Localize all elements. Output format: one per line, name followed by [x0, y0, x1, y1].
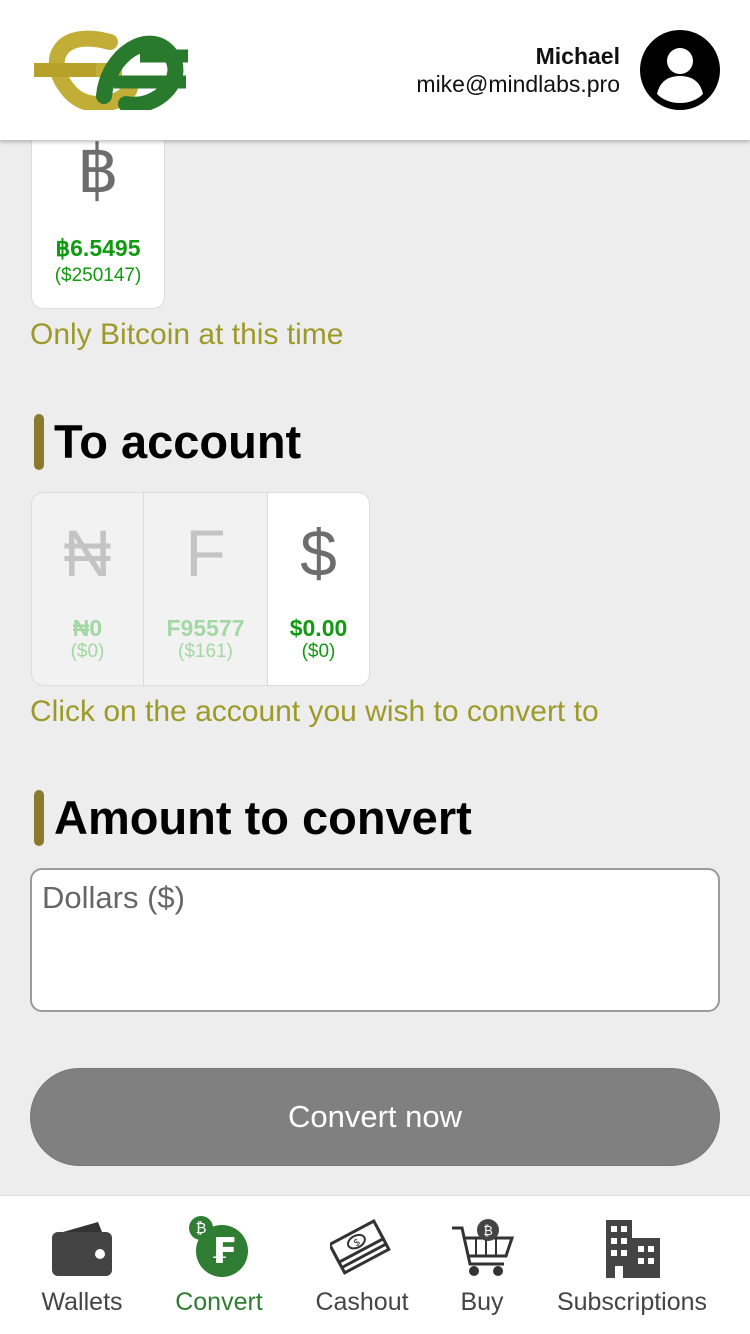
nav-subscriptions[interactable]: Subscriptions [552, 1196, 712, 1334]
nav-buy-label: Buy [460, 1288, 504, 1316]
naira-amount: ₦0 [72, 615, 103, 641]
svg-text:₿: ₿ [195, 1219, 206, 1237]
user-email: mike@mindlabs.pro [416, 71, 620, 97]
to-account-naira[interactable]: ₦ ₦0 ($0) [32, 493, 144, 685]
to-account-list: ₦ ₦0 ($0) F F95577 ($161) $ $0.00 ($0) [31, 492, 370, 686]
nav-subscriptions-label: Subscriptions [556, 1288, 708, 1316]
nav-convert[interactable]: ₿ ₣ Convert [160, 1196, 278, 1334]
from-account-note: Only Bitcoin at this time [30, 318, 344, 351]
amount-input[interactable] [30, 868, 720, 1012]
nav-convert-label: Convert [175, 1288, 263, 1316]
amount-title: Amount to convert [34, 790, 472, 846]
nav-wallets-label: Wallets [41, 1288, 123, 1316]
convert-now-button[interactable]: Convert now [30, 1068, 720, 1166]
logo-icon[interactable] [30, 30, 190, 110]
from-account-amount: ฿6.5495 [55, 235, 141, 261]
to-account-dollar[interactable]: $ $0.00 ($0) [268, 493, 369, 685]
f-symbol: F [185, 516, 226, 590]
convert-icon: ₿ ₣ [189, 1216, 248, 1277]
svg-text:₿: ₿ [483, 1224, 493, 1239]
cart-icon: ₿ [452, 1219, 514, 1276]
bottom-nav: Wallets ₿ ₣ Convert $ Cashout ₿ Buy Subs… [0, 1195, 750, 1334]
to-account-f[interactable]: F F95577 ($161) [144, 493, 268, 685]
cashout-icon: $ [330, 1219, 391, 1275]
from-account-usd: ($250147) [54, 265, 142, 286]
dollar-symbol: $ [300, 516, 337, 590]
naira-usd: ($0) [70, 641, 105, 662]
nav-wallets[interactable]: Wallets [22, 1196, 142, 1334]
nav-cashout[interactable]: $ Cashout [304, 1196, 420, 1334]
bitcoin-symbol: ฿ [77, 132, 119, 206]
to-account-title: To account [34, 414, 301, 470]
building-icon [606, 1220, 660, 1278]
app-header: Michael mike@mindlabs.pro [0, 0, 750, 140]
f-amount: F95577 [166, 615, 245, 641]
to-account-note: Click on the account you wish to convert… [30, 695, 599, 728]
user-avatar-icon[interactable] [640, 30, 720, 110]
dollar-amount: $0.00 [289, 615, 348, 641]
naira-symbol: ₦ [63, 516, 112, 590]
nav-buy[interactable]: ₿ Buy [440, 1196, 524, 1334]
user-name: Michael [535, 43, 620, 69]
svg-text:₣: ₣ [210, 1231, 235, 1272]
f-usd: ($161) [178, 641, 233, 662]
dollar-usd: ($0) [301, 641, 336, 662]
nav-cashout-label: Cashout [315, 1288, 409, 1316]
wallet-icon [52, 1222, 112, 1276]
